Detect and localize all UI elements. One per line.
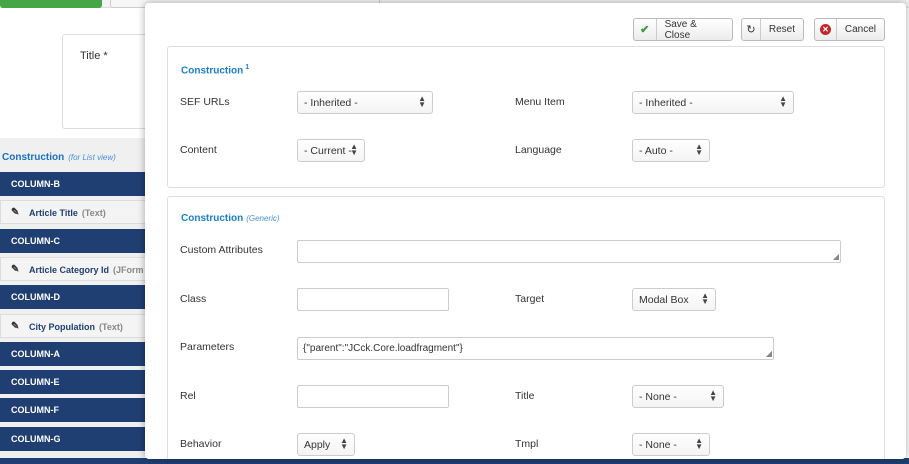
construction-panel: Construction 1 SEF URLs - Inherited - ▲ ▼ … — [167, 46, 885, 188]
column-row[interactable]: COLUMN-C — [0, 229, 150, 253]
column-row-label: COLUMN-E — [11, 377, 60, 387]
reset-button[interactable]: ↻ Reset — [741, 18, 804, 41]
column-row[interactable]: COLUMN-D — [0, 285, 150, 309]
list-section-title: Construction (for List view) — [2, 152, 116, 163]
field-row-label: City Population — [29, 322, 95, 332]
language-select[interactable]: - Auto - ▲ ▼ — [632, 139, 710, 162]
pencil-icon[interactable]: ✎ — [11, 264, 19, 275]
generic-title-text: Construction — [181, 213, 244, 224]
construction-title-text: Construction — [181, 65, 244, 77]
generic-panel-title: Construction (Generic) — [181, 213, 280, 224]
tmpl-label: Tmpl — [515, 438, 539, 450]
content-select[interactable]: - Current - ▲ ▼ — [297, 139, 365, 162]
class-input[interactable] — [297, 288, 449, 311]
rel-label: Rel — [180, 390, 196, 402]
column-row-label: COLUMN-D — [11, 292, 60, 302]
language-label: Language — [515, 144, 562, 156]
content-value: - Current - — [304, 145, 352, 157]
field-row-type: (Text) — [81, 208, 106, 218]
field-row-label: Article Category Id — [29, 265, 110, 275]
menu-item-value: - Inherited - — [639, 97, 693, 109]
sef-urls-select[interactable]: - Inherited - ▲ ▼ — [297, 91, 433, 114]
tmpl-select[interactable]: - None - ▲ ▼ — [632, 433, 710, 456]
tmpl-value: - None - — [639, 439, 677, 451]
custom-attributes-label: Custom Attributes — [180, 244, 263, 256]
menu-item-select[interactable]: - Inherited - ▲ ▼ — [632, 91, 794, 114]
generic-subtitle: (Generic) — [246, 214, 280, 223]
column-row-label: COLUMN-B — [11, 179, 60, 189]
class-label: Class — [180, 293, 207, 305]
pencil-icon[interactable]: ✎ — [11, 321, 19, 332]
content-label: Content — [180, 144, 217, 156]
behavior-label: Behavior — [180, 438, 222, 450]
generic-panel: Construction (Generic) Custom Attributes … — [167, 196, 885, 459]
sef-urls-value: - Inherited - — [304, 97, 358, 109]
save-close-button[interactable]: ✔ Save & Close — [633, 18, 733, 41]
column-row-label: COLUMN-G — [11, 434, 61, 444]
check-icon: ✔ — [634, 19, 657, 40]
field-row[interactable]: ✎ City Population (Text) — [0, 314, 150, 338]
field-row-label: Article Title — [29, 208, 78, 218]
parameters-textarea[interactable]: {"parent":"JCck.Core.loadfragment"} ◢ — [297, 337, 774, 360]
target-label: Target — [515, 293, 545, 305]
column-row[interactable]: COLUMN-E — [0, 370, 150, 394]
custom-attributes-textarea[interactable]: ◢ — [297, 240, 841, 263]
construction-modal: ✔ Save & Close ↻ Reset ✕ Cancel Construc… — [145, 3, 906, 459]
column-row-label: COLUMN-A — [11, 349, 60, 359]
field-row[interactable]: ✎ Article Title (Text) — [0, 200, 150, 224]
title-label: Title * — [80, 50, 108, 62]
cancel-label: Cancel — [844, 24, 876, 35]
field-row-type: (Text) — [99, 322, 123, 332]
select-arrows-icon: ▲ ▼ — [695, 142, 703, 157]
target-select[interactable]: Modal Box ▲ ▼ — [632, 288, 716, 311]
select-arrows-icon: ▲ ▼ — [350, 142, 358, 157]
column-row[interactable]: COLUMN-B — [0, 172, 150, 196]
target-value: Modal Box — [639, 294, 689, 306]
reset-label: Reset — [768, 24, 795, 35]
field-row[interactable]: ✎ Article Category Id (JForm — [0, 257, 150, 281]
menu-item-label: Menu Item — [515, 96, 565, 108]
column-row-label: COLUMN-C — [11, 236, 60, 246]
behavior-value: Apply — [304, 439, 331, 451]
select-arrows-icon: ▲ ▼ — [695, 436, 703, 451]
sef-urls-label: SEF URLs — [180, 96, 230, 108]
select-arrows-icon: ▲ ▼ — [701, 291, 709, 306]
title-select-value: - None - — [639, 391, 677, 403]
select-arrows-icon: ▲ ▼ — [779, 94, 787, 109]
list-section-subtitle: (for List view) — [68, 153, 116, 162]
resize-grip-icon[interactable]: ◢ — [833, 253, 839, 261]
save-close-label: Save & Close — [664, 18, 697, 41]
parameters-label: Parameters — [180, 341, 235, 353]
language-value: - Auto - — [639, 145, 673, 157]
construction-footnote: 1 — [245, 64, 250, 71]
column-row[interactable]: COLUMN-F — [0, 398, 150, 422]
rel-input[interactable] — [297, 385, 449, 408]
resize-grip-icon[interactable]: ◢ — [766, 350, 772, 358]
title-field-label: Title — [515, 390, 535, 402]
pencil-icon[interactable]: ✎ — [11, 207, 19, 218]
background-save-button[interactable]: Save — [0, 0, 102, 8]
field-row-type: (JForm — [113, 265, 144, 275]
title-select[interactable]: - None - ▲ ▼ — [632, 385, 724, 408]
select-arrows-icon: ▲ ▼ — [418, 94, 426, 109]
refresh-icon: ↻ — [742, 19, 761, 40]
behavior-select[interactable]: Apply ▲ ▼ — [297, 433, 355, 456]
construction-panel-title: Construction 1 — [181, 64, 249, 76]
close-icon: ✕ — [815, 19, 837, 40]
column-row[interactable]: COLUMN-G — [0, 427, 150, 451]
parameters-value: {"parent":"JCck.Core.loadfragment"} — [303, 343, 463, 354]
select-arrows-icon: ▲ ▼ — [340, 436, 348, 451]
column-row[interactable]: COLUMN-A — [0, 342, 150, 366]
select-arrows-icon: ▲ ▼ — [709, 388, 717, 403]
column-row-label: COLUMN-F — [11, 405, 59, 415]
list-section-title-text: Construction — [2, 152, 65, 163]
cancel-button[interactable]: ✕ Cancel — [814, 18, 885, 41]
